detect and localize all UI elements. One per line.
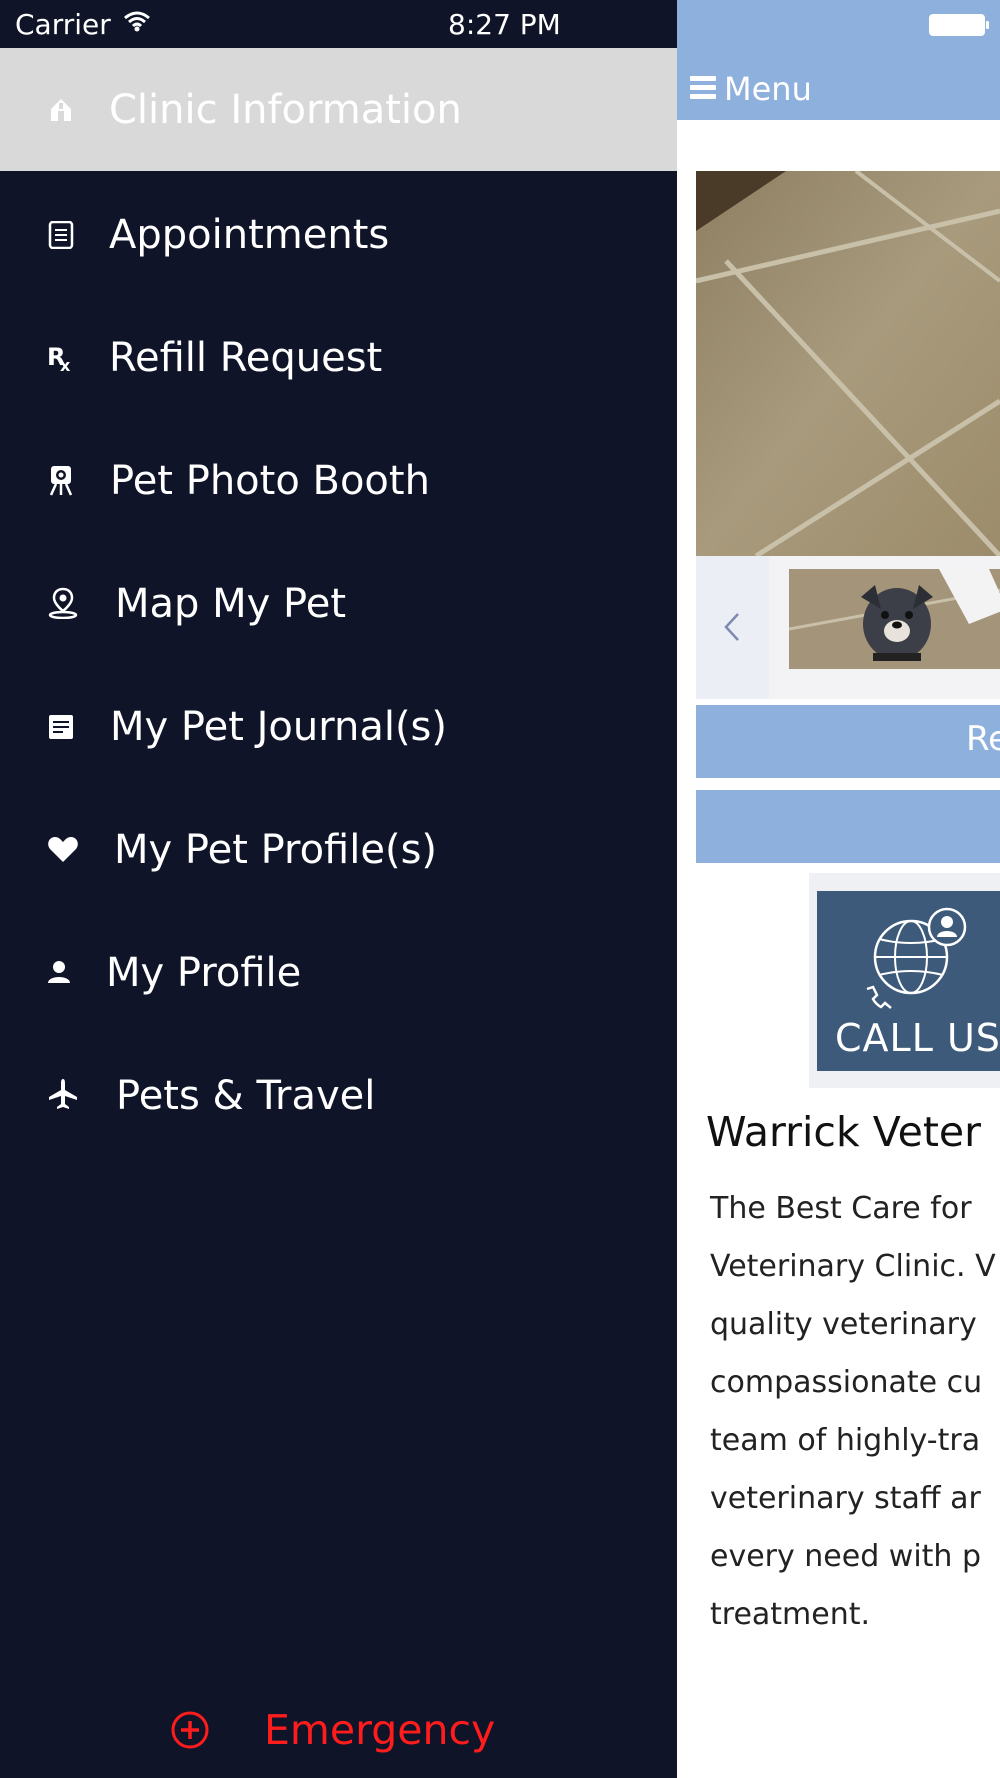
side-drawer: Clinic Information Appointments R x Refi… xyxy=(0,0,677,1778)
menu-button[interactable]: Menu xyxy=(690,70,812,108)
drawer-item-label: Pets & Travel xyxy=(116,1072,376,1119)
status-bar: Carrier 8:27 PM xyxy=(0,0,677,48)
svg-text:x: x xyxy=(60,356,71,372)
drawer-item-refill-request[interactable]: R x Refill Request xyxy=(0,296,677,419)
clinic-title: Warrick Veter xyxy=(706,1108,981,1156)
drawer-item-label: My Pet Journal(s) xyxy=(110,703,447,750)
primary-action-label: Re xyxy=(966,719,1000,759)
plus-circle-icon xyxy=(170,1710,210,1750)
call-us-label: CALL US xyxy=(835,1016,1000,1060)
about-line: compassionate cu xyxy=(710,1365,983,1400)
drawer-item-my-pet-profiles[interactable]: My Pet Profile(s) xyxy=(0,788,677,911)
drawer-item-my-profile[interactable]: My Profile xyxy=(0,911,677,1034)
drawer-item-pet-photo-booth[interactable]: Pet Photo Booth xyxy=(0,419,677,542)
drawer-item-label: Appointments xyxy=(109,211,390,258)
person-icon xyxy=(42,955,76,989)
clock: 8:27 PM xyxy=(448,8,561,41)
heart-icon xyxy=(46,832,80,866)
about-line: quality veterinary xyxy=(710,1307,977,1342)
clinic-house-icon xyxy=(44,92,78,126)
photo-booth-icon xyxy=(44,463,78,497)
carrier-label: Carrier xyxy=(15,8,111,41)
hero-photo xyxy=(696,171,1000,556)
about-line: Veterinary Clinic. V xyxy=(710,1249,996,1284)
secondary-action-button[interactable] xyxy=(696,790,1000,863)
drawer-item-label: Refill Request xyxy=(109,334,383,381)
drawer-item-pets-travel[interactable]: Pets & Travel xyxy=(0,1034,677,1157)
call-us-tile[interactable]: CALL US xyxy=(817,891,1000,1071)
drawer-item-label: My Pet Profile(s) xyxy=(114,826,438,873)
drawer-item-label: Pet Photo Booth xyxy=(110,457,430,504)
globe-phone-icon xyxy=(861,905,971,1014)
primary-action-button[interactable]: Re xyxy=(696,705,1000,778)
map-pin-icon xyxy=(46,586,80,620)
menu-label: Menu xyxy=(724,70,812,108)
about-line: treatment. xyxy=(710,1597,871,1632)
drawer-item-label: My Profile xyxy=(106,949,302,996)
list-document-icon xyxy=(44,218,78,252)
about-line: The Best Care for xyxy=(710,1191,972,1226)
thumbnail-strip xyxy=(696,556,1000,699)
emergency-button[interactable]: Emergency xyxy=(170,1700,570,1760)
call-us-banner[interactable]: CALL US xyxy=(809,873,1000,1088)
journal-icon xyxy=(44,710,78,744)
drawer-item-label: Map My Pet xyxy=(115,580,347,627)
about-line: every need with p xyxy=(710,1539,982,1574)
about-line: veterinary staff ar xyxy=(710,1481,981,1516)
drawer-item-map-my-pet[interactable]: Map My Pet xyxy=(0,542,677,665)
wifi-icon xyxy=(123,10,151,36)
navigation-bar: Menu xyxy=(677,0,1000,120)
drawer-item-label: Clinic Information xyxy=(109,86,462,133)
drawer-item-appointments[interactable]: Appointments xyxy=(0,173,677,296)
drawer-item-clinic-information[interactable]: Clinic Information xyxy=(0,48,677,171)
about-text: The Best Care for Veterinary Clinic. V q… xyxy=(710,1180,1000,1644)
previous-arrow-button[interactable] xyxy=(696,556,769,699)
main-content: Menu Re CALL US Warrick Veter The Best C… xyxy=(677,0,1000,1778)
hamburger-icon xyxy=(690,74,716,104)
prescription-rx-icon: R x xyxy=(44,340,78,374)
emergency-label: Emergency xyxy=(264,1706,496,1754)
about-line: team of highly-tra xyxy=(710,1423,981,1458)
airplane-icon xyxy=(46,1077,80,1111)
battery-icon xyxy=(928,13,990,41)
puppy-thumbnail[interactable] xyxy=(789,569,1000,669)
drawer-item-my-pet-journals[interactable]: My Pet Journal(s) xyxy=(0,665,677,788)
